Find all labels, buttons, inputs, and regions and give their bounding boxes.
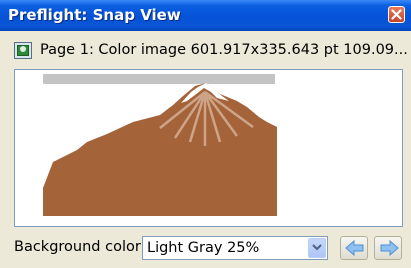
close-icon [391,9,402,20]
color-image-icon [14,42,32,59]
bottom-controls: Background color: Light Gray 25% [0,233,411,263]
next-button[interactable] [374,236,402,260]
background-color-select[interactable]: Light Gray 25% [142,236,328,260]
close-button[interactable] [388,6,405,23]
previous-button[interactable] [340,236,368,260]
arrow-right-icon [380,240,399,256]
mountain-shape [43,83,277,216]
title-bar[interactable]: Preflight: Snap View [0,0,411,31]
image-top-band [43,74,275,84]
window-title: Preflight: Snap View [8,6,181,24]
background-color-value: Light Gray 25% [147,240,260,256]
dropdown-button[interactable] [308,238,326,258]
arrow-left-icon [345,240,364,256]
mountain-image [43,74,277,216]
background-color-label: Background color: [14,239,146,255]
image-info-text: Page 1: Color image 601.917x335.643 pt 1… [40,42,408,58]
image-info-row: Page 1: Color image 601.917x335.643 pt 1… [14,40,408,62]
snap-view-preview [14,69,403,227]
chevron-down-icon [312,244,322,251]
